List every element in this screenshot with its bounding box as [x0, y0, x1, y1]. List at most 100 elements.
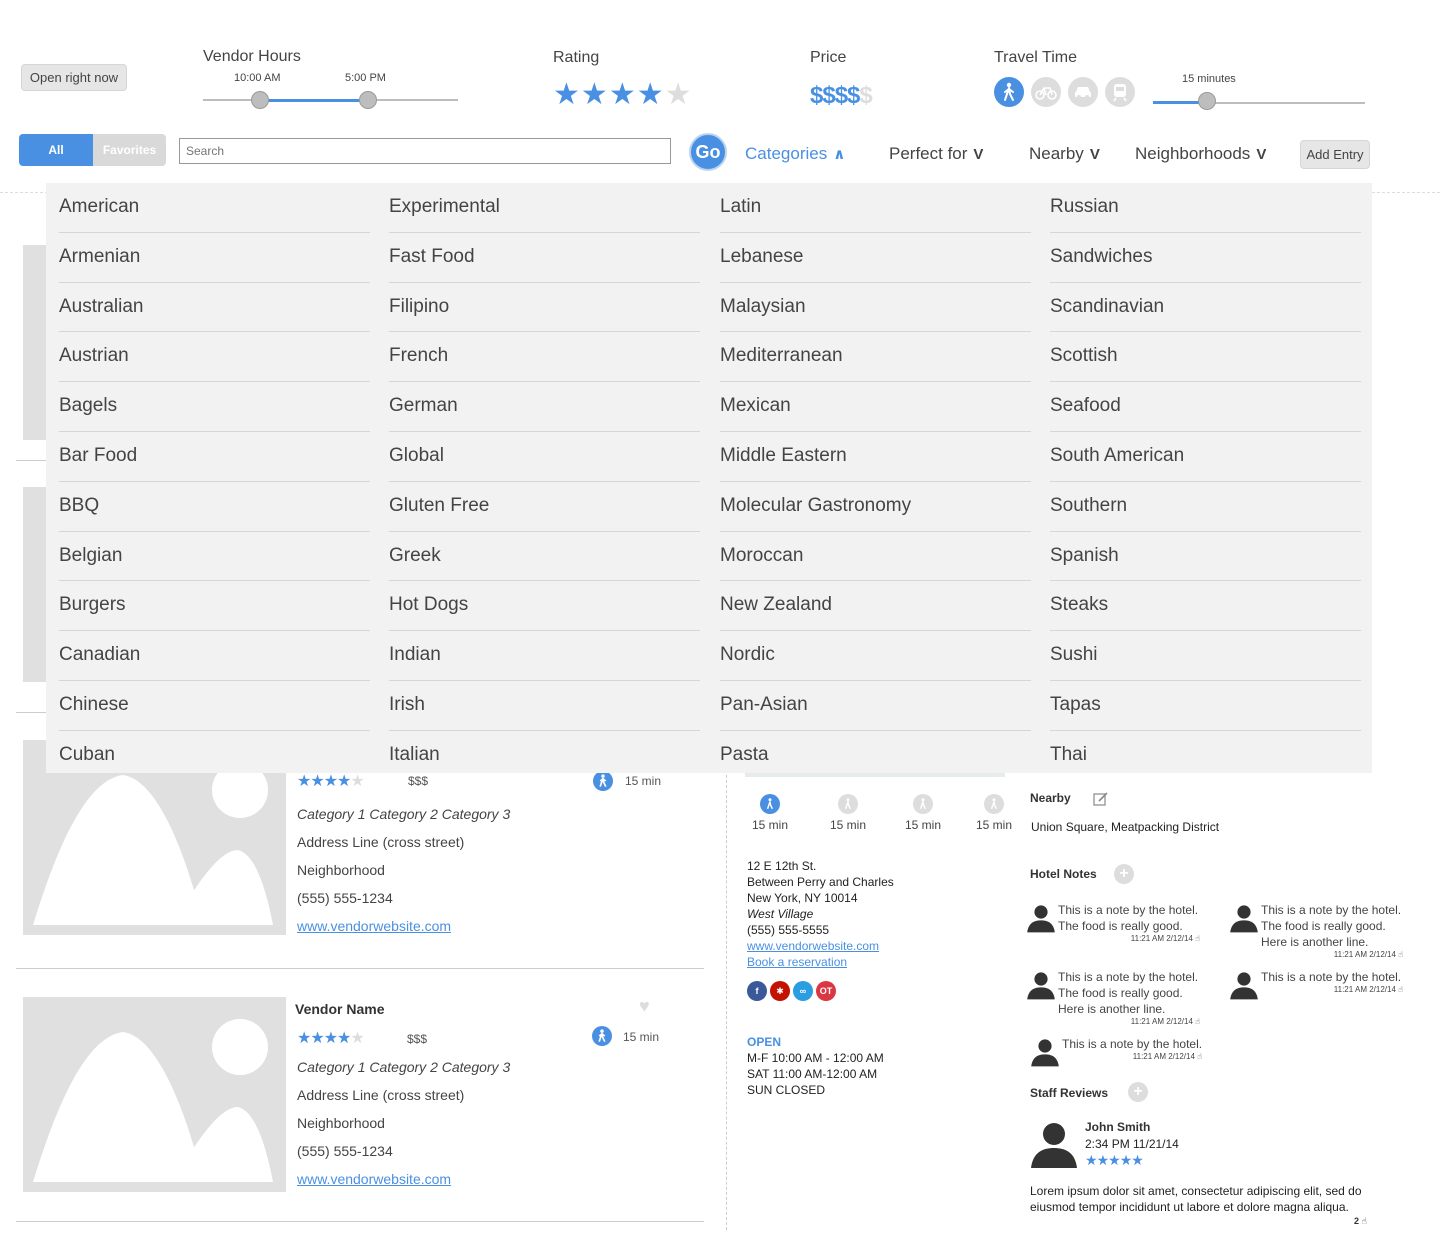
- category-item[interactable]: Bagels: [59, 382, 370, 432]
- category-item[interactable]: Filipino: [389, 283, 700, 333]
- category-item[interactable]: Italian: [389, 731, 700, 781]
- category-item[interactable]: BBQ: [59, 482, 370, 532]
- category-item[interactable]: New Zealand: [720, 581, 1031, 632]
- star-filled-icon[interactable]: ★: [609, 80, 636, 110]
- star-filled-icon[interactable]: ★: [553, 80, 580, 110]
- category-item[interactable]: Bar Food: [59, 432, 370, 482]
- star-empty-icon[interactable]: ★: [665, 80, 692, 110]
- category-item[interactable]: Southern: [1050, 482, 1361, 532]
- category-item[interactable]: Spanish: [1050, 532, 1361, 582]
- categories-column: Experimental Fast Food Filipino French Germa…: [389, 183, 700, 781]
- category-item[interactable]: Cuban: [59, 731, 370, 781]
- category-item[interactable]: Mexican: [720, 382, 1031, 432]
- category-item[interactable]: Mediterranean: [720, 332, 1031, 383]
- car-icon[interactable]: [1068, 77, 1098, 107]
- tab-all[interactable]: All: [19, 134, 93, 166]
- category-item[interactable]: Australian: [59, 283, 370, 333]
- nearby-dropdown[interactable]: Nearby V: [1029, 144, 1100, 164]
- social-icon[interactable]: ∞: [793, 981, 813, 1001]
- category-item[interactable]: Lebanese: [720, 233, 1031, 283]
- listing-website-link[interactable]: www.vendorwebsite.com: [297, 1171, 451, 1187]
- category-item[interactable]: Pan-Asian: [720, 681, 1031, 731]
- review-likes[interactable]: 2 ☝: [1354, 1216, 1367, 1227]
- walk-icon: [760, 794, 780, 814]
- bike-icon[interactable]: [1031, 77, 1061, 107]
- social-icon[interactable]: OT: [816, 981, 836, 1001]
- search-input[interactable]: [179, 138, 671, 164]
- category-item[interactable]: Seafood: [1050, 382, 1361, 432]
- walk-icon[interactable]: [994, 77, 1024, 107]
- category-item[interactable]: Molecular Gastronomy: [720, 482, 1031, 532]
- train-icon[interactable]: [1105, 77, 1135, 107]
- detail-website-link[interactable]: www.vendorwebsite.com: [747, 938, 894, 954]
- add-note-icon[interactable]: +: [1114, 864, 1134, 884]
- categories-column: American Armenian Australian Austrian Bagels…: [59, 183, 370, 781]
- category-item[interactable]: Middle Eastern: [720, 432, 1031, 482]
- category-item[interactable]: Burgers: [59, 581, 370, 632]
- book-reservation-link[interactable]: Book a reservation: [747, 954, 894, 970]
- add-entry-button[interactable]: Add Entry: [1300, 140, 1370, 169]
- category-item[interactable]: Irish: [389, 681, 700, 731]
- star-filled-icon[interactable]: ★: [581, 80, 608, 110]
- detail-contact: 12 E 12th St. Between Perry and Charles …: [747, 858, 894, 970]
- listing-neighborhood: Neighborhood: [297, 1115, 385, 1131]
- social-icon[interactable]: f: [747, 981, 767, 1001]
- listing-categories: Category 1 Category 2 Category 3: [297, 806, 511, 822]
- listing-website-link[interactable]: www.vendorwebsite.com: [297, 918, 451, 934]
- category-item[interactable]: Nordic: [720, 631, 1031, 681]
- category-item[interactable]: Moroccan: [720, 532, 1031, 582]
- category-item[interactable]: Experimental: [389, 183, 700, 233]
- star-filled-icon[interactable]: ★: [637, 80, 664, 110]
- category-item[interactable]: French: [389, 332, 700, 383]
- category-item[interactable]: Belgian: [59, 532, 370, 582]
- category-item[interactable]: Malaysian: [720, 283, 1031, 333]
- add-review-icon[interactable]: +: [1128, 1082, 1148, 1102]
- category-item[interactable]: Latin: [720, 183, 1031, 233]
- open-now-button[interactable]: Open right now: [21, 64, 127, 91]
- category-item[interactable]: Indian: [389, 631, 700, 681]
- vendor-hours-start-handle[interactable]: [251, 91, 269, 109]
- category-item[interactable]: Pasta: [720, 731, 1031, 781]
- category-item[interactable]: Steaks: [1050, 581, 1361, 632]
- vendor-hours-end-handle[interactable]: [359, 91, 377, 109]
- categories-column: Russian Sandwiches Scandinavian Scottish Sea…: [1050, 183, 1361, 781]
- travel-time-handle[interactable]: [1198, 92, 1216, 110]
- category-item[interactable]: Gluten Free: [389, 482, 700, 532]
- category-item[interactable]: Fast Food: [389, 233, 700, 283]
- category-item[interactable]: Global: [389, 432, 700, 482]
- travel-time-value: 15 min: [975, 818, 1013, 832]
- category-item[interactable]: South American: [1050, 432, 1361, 482]
- category-item[interactable]: Russian: [1050, 183, 1361, 233]
- categories-menu: American Armenian Australian Austrian Bagels…: [46, 183, 1372, 773]
- avatar: [1029, 1120, 1079, 1173]
- heart-icon[interactable]: ♥: [639, 996, 650, 1017]
- categories-dropdown[interactable]: Categories ∧: [745, 144, 845, 164]
- category-item[interactable]: Tapas: [1050, 681, 1361, 731]
- category-item[interactable]: Sushi: [1050, 631, 1361, 681]
- divider: [16, 460, 46, 461]
- category-item[interactable]: German: [389, 382, 700, 432]
- listing-name[interactable]: Vendor Name: [295, 1001, 384, 1017]
- category-item[interactable]: American: [59, 183, 370, 233]
- category-item[interactable]: Scandinavian: [1050, 283, 1361, 333]
- category-item[interactable]: Scottish: [1050, 332, 1361, 383]
- edit-icon[interactable]: [1093, 791, 1109, 812]
- category-item[interactable]: Sandwiches: [1050, 233, 1361, 283]
- perfect-for-dropdown[interactable]: Perfect for V: [889, 144, 983, 164]
- tab-favorites[interactable]: Favorites: [93, 134, 166, 166]
- price-filter[interactable]: $$$$$: [810, 82, 873, 110]
- social-icon[interactable]: ✱: [770, 981, 790, 1001]
- rating-filter[interactable]: ★ ★ ★ ★ ★: [553, 80, 692, 110]
- nearby-value: Union Square, Meatpacking District: [1031, 820, 1220, 834]
- detail-phone: (555) 555-5555: [747, 923, 830, 937]
- go-button[interactable]: Go: [689, 133, 727, 171]
- neighborhoods-dropdown[interactable]: Neighborhoods V: [1135, 144, 1266, 164]
- category-item[interactable]: Greek: [389, 532, 700, 582]
- category-item[interactable]: Canadian: [59, 631, 370, 681]
- category-item[interactable]: Hot Dogs: [389, 581, 700, 632]
- note-text: Here is another line.: [1261, 935, 1369, 949]
- category-item[interactable]: Armenian: [59, 233, 370, 283]
- category-item[interactable]: Austrian: [59, 332, 370, 383]
- category-item[interactable]: Chinese: [59, 681, 370, 731]
- category-item[interactable]: Thai: [1050, 731, 1361, 781]
